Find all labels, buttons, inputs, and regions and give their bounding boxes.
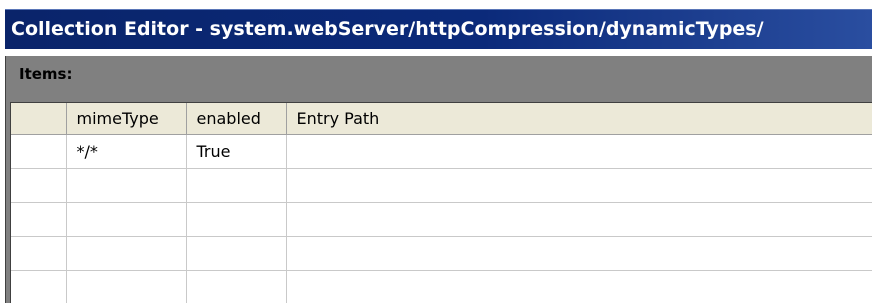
items-table: mimeType enabled Entry Path */* True [11, 103, 872, 303]
title-bar[interactable]: Collection Editor - system.webServer/htt… [0, 0, 872, 56]
cell-mimetype[interactable] [66, 270, 187, 303]
table-row[interactable] [11, 236, 872, 271]
cell-entry-path[interactable] [286, 270, 872, 303]
title-bar-fill: Collection Editor - system.webServer/htt… [5, 9, 872, 49]
column-header-enabled[interactable]: enabled [186, 103, 287, 135]
cell-enabled[interactable] [186, 236, 287, 271]
cell-mimetype[interactable]: */* [66, 134, 187, 169]
collection-editor-window: Collection Editor - system.webServer/htt… [0, 0, 872, 303]
cell-enabled[interactable] [186, 270, 287, 303]
cell-entry-path[interactable] [286, 168, 872, 203]
table-row[interactable] [11, 202, 872, 237]
items-label: Items: [19, 65, 73, 83]
cell-mimetype[interactable] [66, 168, 187, 203]
column-header-mimetype[interactable]: mimeType [66, 103, 187, 135]
row-selector[interactable] [11, 202, 67, 237]
window-title: Collection Editor - system.webServer/htt… [11, 18, 764, 40]
cell-entry-path[interactable] [286, 134, 872, 169]
cell-mimetype[interactable] [66, 236, 187, 271]
items-grid[interactable]: mimeType enabled Entry Path */* True [10, 102, 872, 303]
cell-entry-path[interactable] [286, 236, 872, 271]
table-row[interactable] [11, 270, 872, 303]
column-header-entry-path[interactable]: Entry Path [286, 103, 872, 135]
items-panel: Items: mimeType enabled Entry Path */* T… [5, 56, 872, 303]
cell-entry-path[interactable] [286, 202, 872, 237]
row-selector[interactable] [11, 270, 67, 303]
cell-mimetype[interactable] [66, 202, 187, 237]
row-header-corner[interactable] [11, 103, 67, 135]
cell-enabled[interactable] [186, 168, 287, 203]
row-selector[interactable] [11, 236, 67, 271]
table-row[interactable]: */* True [11, 134, 872, 169]
header-row: mimeType enabled Entry Path [11, 103, 872, 135]
cell-enabled[interactable] [186, 202, 287, 237]
row-selector[interactable] [11, 134, 67, 169]
row-selector[interactable] [11, 168, 67, 203]
table-row[interactable] [11, 168, 872, 203]
cell-enabled[interactable]: True [186, 134, 287, 169]
